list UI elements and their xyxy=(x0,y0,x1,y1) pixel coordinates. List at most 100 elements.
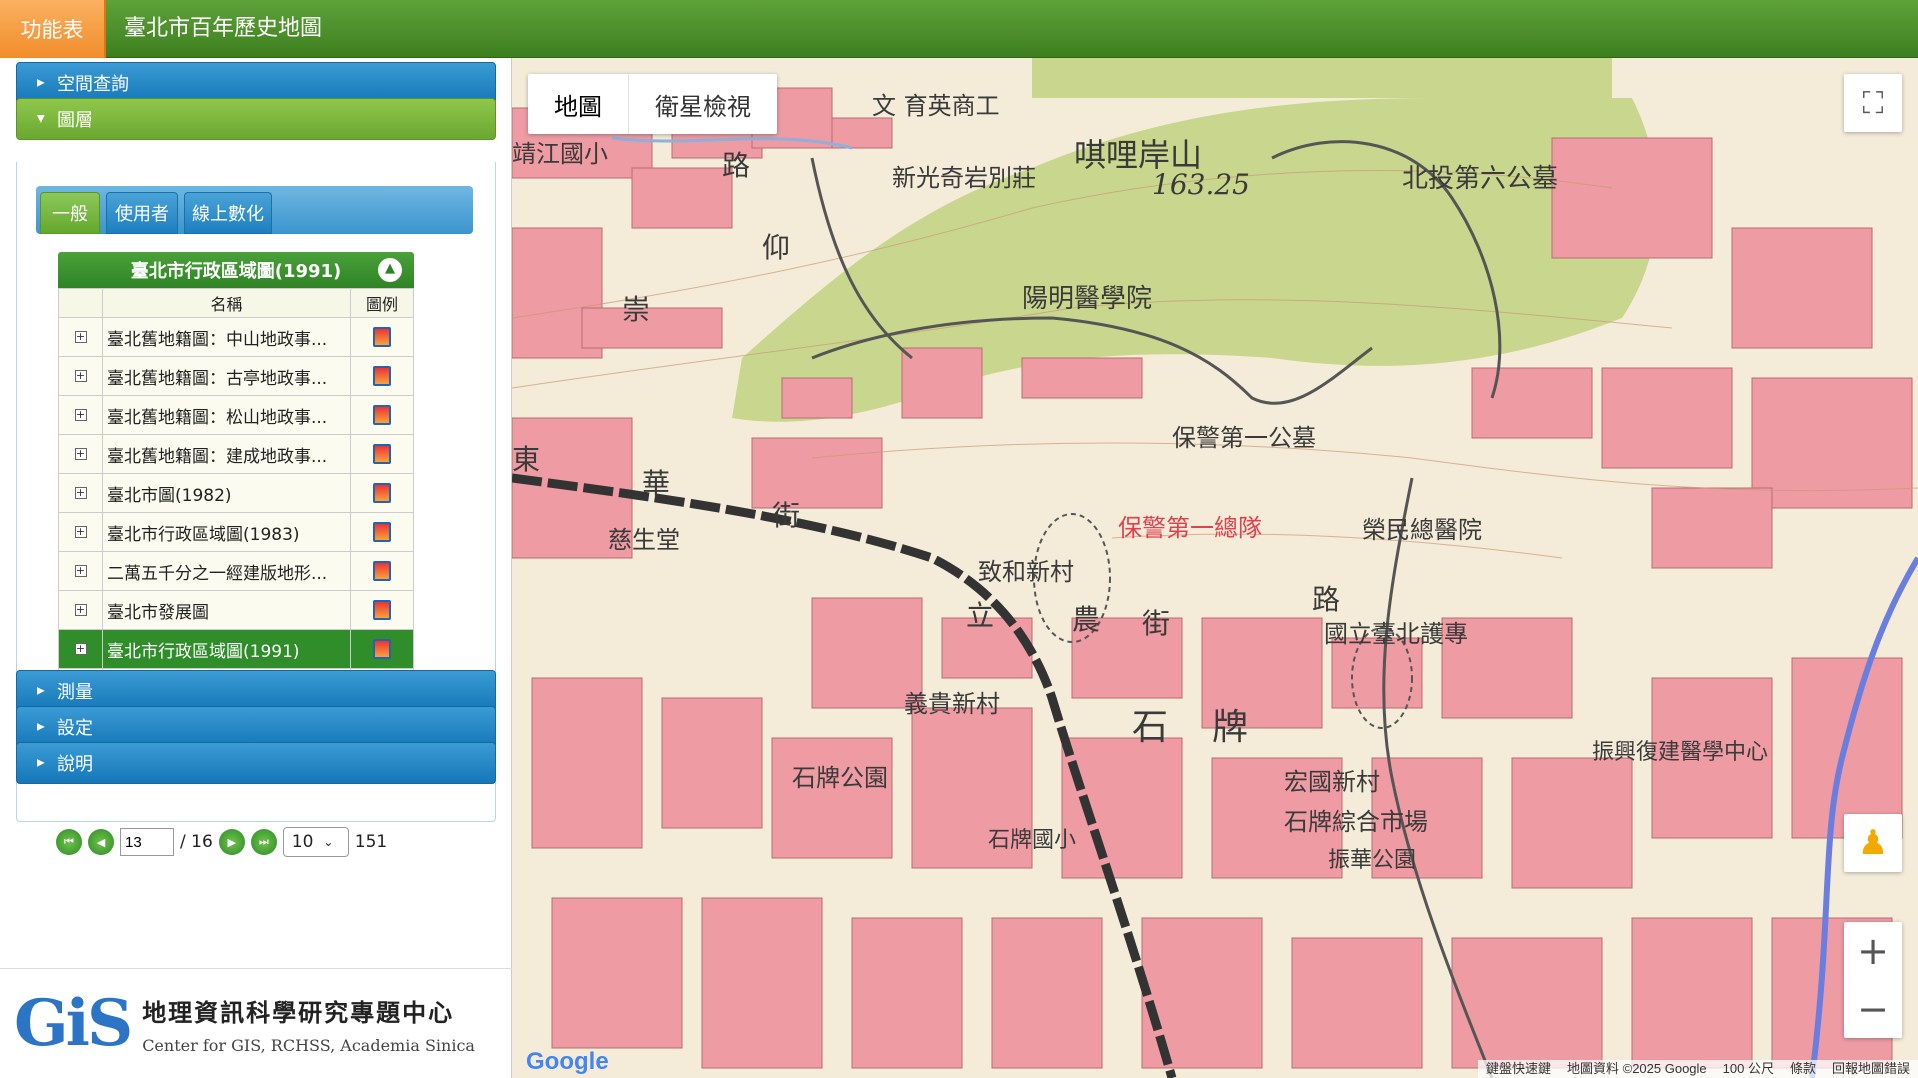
map-label: 華 xyxy=(642,467,671,500)
expand-cell[interactable]: + xyxy=(59,591,103,629)
legend-cell[interactable] xyxy=(351,474,413,512)
expand-plus-icon[interactable]: + xyxy=(74,526,87,538)
legend-icon[interactable] xyxy=(373,561,391,581)
expand-plus-icon[interactable]: + xyxy=(74,448,87,460)
expand-column-header xyxy=(59,289,103,317)
map-type-control: 地圖 衛星檢視 xyxy=(528,74,777,134)
terms-link[interactable]: 條款 xyxy=(1782,1060,1824,1078)
expand-cell[interactable]: + xyxy=(59,630,103,668)
zoom-in-icon[interactable]: + xyxy=(1844,922,1902,980)
legend-icon[interactable] xyxy=(373,444,391,464)
expand-plus-icon[interactable]: + xyxy=(74,331,87,343)
table-row[interactable]: + 臺北市發展圖 xyxy=(58,591,414,630)
tab-digitize[interactable]: 線上數化 xyxy=(184,192,272,234)
legend-cell[interactable] xyxy=(351,318,413,356)
fullscreen-icon[interactable]: ⛶ xyxy=(1844,74,1902,132)
first-page-icon[interactable]: ⏮ xyxy=(56,829,82,855)
map-label: 保警第一總隊 xyxy=(1118,514,1262,542)
map-label: 牌 xyxy=(1212,707,1249,748)
gis-logo-mark: GiS xyxy=(14,986,133,1061)
legend-icon[interactable] xyxy=(373,366,391,386)
next-page-icon[interactable]: ▶ xyxy=(218,829,245,855)
map-label: 農 xyxy=(1072,603,1101,636)
map-label: 陽明醫學院 xyxy=(1022,284,1153,314)
table-row[interactable]: + 臺北市行政區域圖(1983) xyxy=(58,513,414,552)
expand-plus-icon[interactable]: + xyxy=(74,409,87,421)
accordion-layers[interactable]: ▼ 圖層 xyxy=(16,98,496,140)
legend-icon[interactable] xyxy=(373,405,391,425)
map-label: 163.25 xyxy=(1152,168,1250,201)
expand-plus-icon[interactable]: + xyxy=(74,604,87,616)
expand-plus-icon[interactable]: + xyxy=(74,370,87,382)
expand-plus-icon[interactable]: + xyxy=(74,643,87,655)
expand-cell[interactable]: + xyxy=(59,318,103,356)
table-row[interactable]: + 臺北舊地籍圖：古亭地政事... xyxy=(58,357,414,396)
table-row[interactable]: + 臺北舊地籍圖：松山地政事... xyxy=(58,396,414,435)
expand-plus-icon[interactable]: + xyxy=(74,487,87,499)
table-row[interactable]: + 二萬五千分之一經建版地形... xyxy=(58,552,414,591)
map-type-satellite-button[interactable]: 衛星檢視 xyxy=(629,74,777,134)
expand-cell[interactable]: + xyxy=(59,357,103,395)
expand-cell[interactable]: + xyxy=(59,552,103,590)
legend-icon[interactable] xyxy=(373,327,391,347)
table-row[interactable]: + 臺北市行政區域圖(1991) xyxy=(58,630,414,669)
layer-name: 二萬五千分之一經建版地形... xyxy=(103,552,351,590)
prev-page-icon[interactable]: ◀ xyxy=(88,829,114,855)
legend-icon[interactable] xyxy=(373,639,391,659)
logo-title-cn: 地理資訊科學研究專題中心 xyxy=(142,997,455,1027)
tab-general[interactable]: 一般 xyxy=(40,192,100,234)
scale-bar[interactable]: 100 公尺 xyxy=(1715,1060,1782,1078)
layer-name: 臺北舊地籍圖：松山地政事... xyxy=(103,396,351,434)
expand-cell[interactable]: + xyxy=(59,513,103,551)
expand-cell[interactable]: + xyxy=(59,474,103,512)
table-row[interactable]: + 臺北舊地籍圖：建成地政事... xyxy=(58,435,414,474)
legend-cell[interactable] xyxy=(351,630,413,668)
street-view-pegman-icon[interactable]: ♟ xyxy=(1844,814,1902,872)
zoom-out-icon[interactable]: − xyxy=(1844,980,1902,1038)
map-type-map-button[interactable]: 地圖 xyxy=(528,74,629,134)
table-row[interactable]: + 臺北舊地籍圖：中山地政事... xyxy=(58,318,414,357)
caret-right-icon: ▶ xyxy=(37,757,45,769)
map-label: 路 xyxy=(1312,583,1341,616)
layer-name: 臺北舊地籍圖：中山地政事... xyxy=(103,318,351,356)
pager: ⏮ ◀ / 16 ▶ ⏭ 10 ⌄ 151 xyxy=(56,822,416,862)
map-attribution: 鍵盤快速鍵 地圖資料 ©2025 Google 100 公尺 條款 回報地圖錯誤 xyxy=(1477,1060,1918,1078)
caret-down-icon: ▼ xyxy=(37,113,45,125)
legend-icon[interactable] xyxy=(373,483,391,503)
map-label: 慈生堂 xyxy=(608,526,680,554)
caret-right-icon: ▶ xyxy=(37,721,45,733)
map-canvas[interactable]: 文 育英商工 靖江國小 新光奇岩別莊 唭哩岸山 163.25 北投第六公墓 陽明… xyxy=(512,58,1918,1078)
last-page-icon[interactable]: ⏭ xyxy=(250,829,277,855)
collapse-up-icon[interactable]: ▲ xyxy=(378,258,402,282)
tab-user[interactable]: 使用者 xyxy=(106,192,178,234)
legend-cell[interactable] xyxy=(351,435,413,473)
legend-cell[interactable] xyxy=(351,396,413,434)
accordion-help[interactable]: ▶ 說明 xyxy=(16,742,496,784)
legend-cell[interactable] xyxy=(351,591,413,629)
map-label: 街 xyxy=(1142,607,1171,640)
legend-cell[interactable] xyxy=(351,357,413,395)
legend-icon[interactable] xyxy=(373,522,391,542)
menu-button[interactable]: 功能表 xyxy=(0,0,106,58)
page-number-input[interactable] xyxy=(120,828,174,856)
legend-cell[interactable] xyxy=(351,552,413,590)
map-label: 立 xyxy=(966,599,995,632)
map-label: 石牌國小 xyxy=(988,828,1077,853)
legend-cell[interactable] xyxy=(351,513,413,551)
map-data-credit: 地圖資料 ©2025 Google xyxy=(1567,1061,1707,1076)
expand-cell[interactable]: + xyxy=(59,435,103,473)
record-count: 151 xyxy=(354,832,388,852)
column-header-name[interactable]: 名稱 xyxy=(103,289,351,317)
keyboard-shortcuts-link[interactable]: 鍵盤快速鍵 xyxy=(1478,1060,1559,1078)
report-error-link[interactable]: 回報地圖錯誤 xyxy=(1824,1060,1918,1078)
layer-name: 臺北市發展圖 xyxy=(103,591,351,629)
column-header-legend[interactable]: 圖例 xyxy=(351,289,413,317)
expand-plus-icon[interactable]: + xyxy=(74,565,87,577)
table-row[interactable]: + 臺北市圖(1982) xyxy=(58,474,414,513)
accordion-label: 說明 xyxy=(57,754,93,775)
gis-logo: GiS 地理資訊科學研究專題中心 Center for GIS, RCHSS, … xyxy=(0,968,512,1078)
expand-cell[interactable]: + xyxy=(59,396,103,434)
legend-icon[interactable] xyxy=(373,600,391,620)
map-label: 義貴新村 xyxy=(904,690,1000,718)
page-size-select[interactable]: 10 ⌄ xyxy=(282,827,349,857)
